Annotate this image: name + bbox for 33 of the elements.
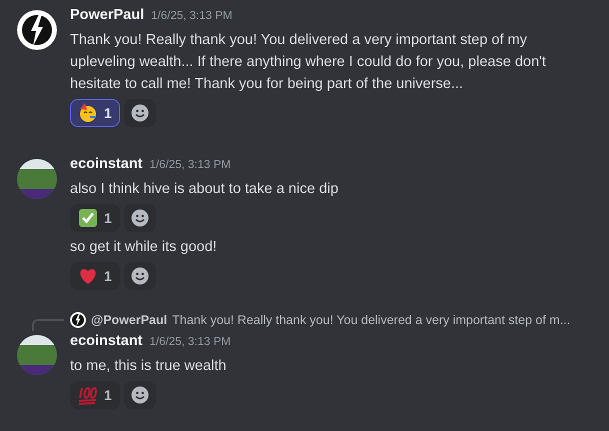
reaction-button[interactable]: 1 [70,99,120,127]
add-reaction-button[interactable] [124,381,156,409]
add-reaction-button[interactable] [124,99,156,127]
add-reaction-icon [130,104,149,122]
author-name[interactable]: ecoinstant [70,333,143,349]
reaction-button[interactable]: 1 [70,381,120,409]
add-reaction-icon [130,267,149,285]
bolt-avatar-icon [70,312,86,328]
add-reaction-button[interactable] [124,262,156,290]
timestamp: 1/6/25, 3:13 PM [150,159,231,171]
message-text: to me, this is true wealth [70,357,228,376]
timestamp: 1/6/25, 3:13 PM [151,10,232,22]
reaction-button[interactable]: 1 [70,262,120,290]
author-name[interactable]: PowerPaul [70,7,144,23]
message-text: also I think hive is about to take a nice dip [70,180,340,199]
reply-author[interactable]: @PowerPaul [91,313,168,327]
timestamp: 1/6/25, 3:13 PM [150,336,231,348]
avatar-photo-placeholder [17,335,57,375]
message-text: so get it while its good! [70,238,218,257]
party-face-icon [78,103,98,123]
add-reaction-button[interactable] [124,204,156,232]
add-reaction-icon [130,209,149,227]
reaction-button[interactable]: 1 [70,204,120,232]
add-reaction-icon [130,386,149,404]
check-mark-icon [78,208,98,228]
avatar-photo-placeholder [17,159,57,199]
message-text: Thank you! Really thank you! You delivered a very important step of my upleveling wealth... If there anything where I could do for you, please don't hesitate to call me! Thank you for being part of the universe... [70,31,547,94]
hundred-points-icon [78,385,98,405]
reply-connector-line [32,319,64,331]
reply-preview[interactable]: Thank you! Really thank you! You delivered a very important step of m... [172,313,570,327]
bolt-avatar-icon [17,10,57,50]
author-name[interactable]: ecoinstant [70,156,143,172]
heart-icon [78,266,98,286]
